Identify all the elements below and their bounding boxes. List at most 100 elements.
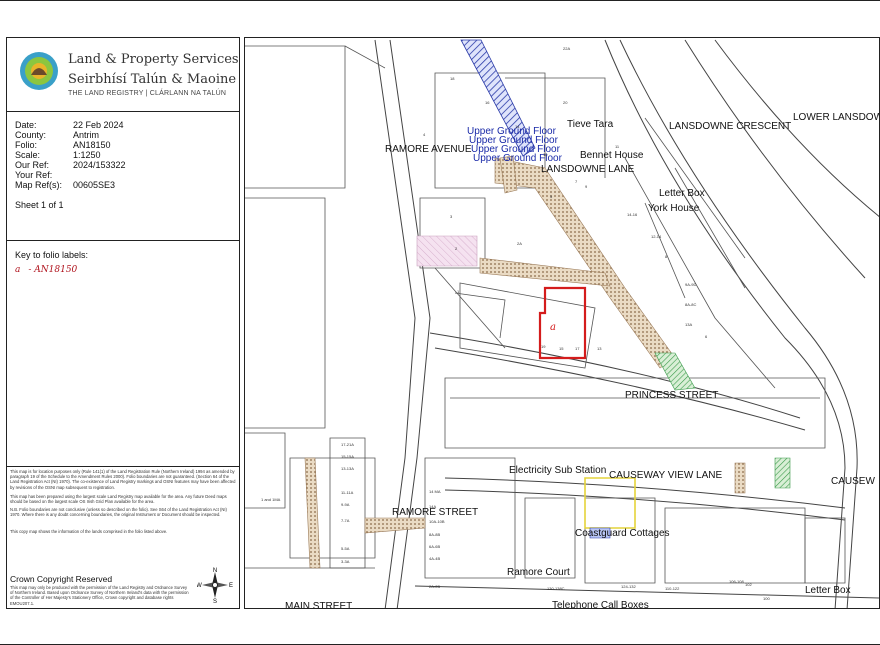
info-row-scale: Scale: 1:1250 xyxy=(15,150,101,160)
street-main: MAIN STREET xyxy=(285,601,352,609)
place-telephone-call-boxes: Telephone Call Boxes xyxy=(552,600,649,609)
info-label: County: xyxy=(15,130,47,140)
compass-w: W xyxy=(197,583,202,589)
info-label: Scale: xyxy=(15,150,41,160)
key-item: a - AN18150 xyxy=(15,265,77,275)
house-number: 1 and 1MA xyxy=(261,497,281,502)
map-canvas: a LOWER LANSDOWNE LANSDOWNE CRESCENT RAM… xyxy=(245,39,880,609)
house-number: 10A-10B xyxy=(429,519,445,524)
info-label: Your Ref: xyxy=(15,170,53,180)
info-value: 1:1250 xyxy=(73,150,101,160)
house-number: 15 xyxy=(559,346,564,351)
house-number: 14A xyxy=(429,504,436,509)
house-number: 102 xyxy=(745,582,752,587)
info-panel: Land & Property Services Seirbhísí Talún… xyxy=(6,37,240,609)
place-tieve-tara: Tieve Tara xyxy=(567,119,614,130)
house-number: 3 xyxy=(450,214,453,219)
compass-s: S xyxy=(213,599,217,603)
house-number: 3-3A xyxy=(341,559,350,564)
house-number: 5-5A xyxy=(341,546,350,551)
logo-section: Land & Property Services Seirbhísí Talún… xyxy=(7,38,239,112)
map-info-section: Date: 22 Feb 2024 County: Antrim Folio: AN1… xyxy=(7,112,239,241)
place-york-house: York House xyxy=(648,203,700,214)
house-number: 7-7A xyxy=(341,518,350,523)
notes-paragraph-4: This copy map shows the information of t… xyxy=(10,529,168,534)
street-causeway: CAUSEW xyxy=(831,476,875,487)
info-label: Folio: xyxy=(15,140,38,150)
key-title: Key to folio labels: xyxy=(15,250,89,260)
street-lansdowne-lane: LANSDOWNE LANE xyxy=(541,164,635,175)
house-number: 13 xyxy=(597,346,602,351)
right-of-way-west xyxy=(304,457,321,569)
house-number: 2A xyxy=(517,241,522,246)
folio-letter-label: a xyxy=(550,322,556,333)
info-label: Date: xyxy=(15,120,37,130)
notes-paragraph-3: N.B. Folio boundaries are not conclusive… xyxy=(10,507,227,518)
place-letter-box-2: Letter Box xyxy=(805,585,851,596)
house-number: 6 xyxy=(705,334,708,339)
house-number: 110-122 xyxy=(665,586,680,591)
map-view[interactable]: a LOWER LANSDOWNE LANSDOWNE CRESCENT RAM… xyxy=(244,37,880,609)
overlay-text: Upper Ground Floor Upper Ground Floor Up… xyxy=(467,126,563,164)
house-number: 11-11A xyxy=(341,490,354,495)
street-princess: PRINCESS STREET xyxy=(625,390,718,401)
info-row-map-ref: Map Ref(s): 00605SE3 xyxy=(15,180,115,190)
house-number: 130-138C xyxy=(547,586,565,591)
info-value: AN18150 xyxy=(73,140,111,150)
house-number: 124-132 xyxy=(621,584,636,589)
house-number: 4 xyxy=(423,132,426,137)
house-number: 17-21A xyxy=(341,442,354,447)
notes-section: This map is for location purposes only (… xyxy=(7,467,239,608)
house-number: 100 xyxy=(763,596,770,601)
info-row-date: Date: 22 Feb 2024 xyxy=(15,120,124,130)
info-row-folio: Folio: AN18150 xyxy=(15,140,111,150)
house-number: 13A xyxy=(685,322,692,327)
info-value: Antrim xyxy=(73,130,100,140)
key-section: Key to folio labels: a - AN18150 xyxy=(7,241,239,467)
info-row-our-ref: Our Ref: 2024/153322 xyxy=(15,160,126,170)
top-rule xyxy=(0,0,880,1)
house-number: 9-9A xyxy=(341,502,350,507)
house-number: 7 xyxy=(575,179,578,184)
house-number: 14-16 xyxy=(627,212,638,217)
house-number: 18 xyxy=(450,76,455,81)
info-row-your-ref: Your Ref: xyxy=(15,170,73,180)
house-number: 4A-4B xyxy=(429,556,440,561)
info-value: 22 Feb 2024 xyxy=(73,120,124,130)
compass-rose-icon: N E S W xyxy=(197,568,233,603)
right-of-way-causeway xyxy=(734,462,746,494)
info-row-county: County: Antrim xyxy=(15,130,99,140)
info-value: 2024/153322 xyxy=(73,160,126,170)
org-name-ga: Seirbhísí Talún & Maoine xyxy=(68,72,237,87)
street-lower-lansdowne: LOWER LANSDOWNE xyxy=(793,112,880,123)
house-number: 8A-8B xyxy=(429,532,440,537)
compass-n: N xyxy=(213,568,217,574)
place-coastguard-cottages: Coastguard Cottages xyxy=(575,528,670,539)
house-number: 11 xyxy=(615,144,620,149)
place-letter-box: Letter Box xyxy=(659,188,705,199)
street-ramore-avenue: RAMORE AVENUE xyxy=(385,144,472,155)
notes-paragraph-1: This map is for location purposes only (… xyxy=(10,469,236,490)
org-name-en: Land & Property Services xyxy=(68,52,239,67)
house-number: 16 xyxy=(485,100,490,105)
notes-paragraph-2: This map has been prepared using the lar… xyxy=(10,494,227,505)
house-number: 22A xyxy=(563,46,570,51)
registry-line: THE LAND REGISTRY | CLÁRLANN NA TALÚN xyxy=(68,90,227,97)
right-of-way-ramore xyxy=(364,517,426,534)
crown-copyright-title: Crown Copyright Reserved xyxy=(10,574,113,584)
street-lansdowne-crescent: LANSDOWNE CRESCENT xyxy=(669,121,791,132)
house-number: 13-13A xyxy=(341,466,354,471)
pink-hatched-area xyxy=(416,235,478,267)
house-number: 2A-2B xyxy=(429,584,440,589)
house-number: 12-14 xyxy=(651,234,662,239)
compass-e: E xyxy=(229,583,233,589)
place-ramore-court: Ramore Court xyxy=(507,567,570,578)
map-overlays: a xyxy=(304,39,791,569)
house-number: 19 xyxy=(541,344,546,349)
upper-ground-floor-label: Upper Ground Floor xyxy=(473,153,563,164)
info-label: Our Ref: xyxy=(15,160,50,170)
info-value: 00605SE3 xyxy=(73,180,116,190)
street-causeway-view-lane: CAUSEWAY VIEW LANE xyxy=(609,470,723,481)
key-letter: a xyxy=(15,265,21,275)
sheet-number: Sheet 1 of 1 xyxy=(15,200,64,210)
